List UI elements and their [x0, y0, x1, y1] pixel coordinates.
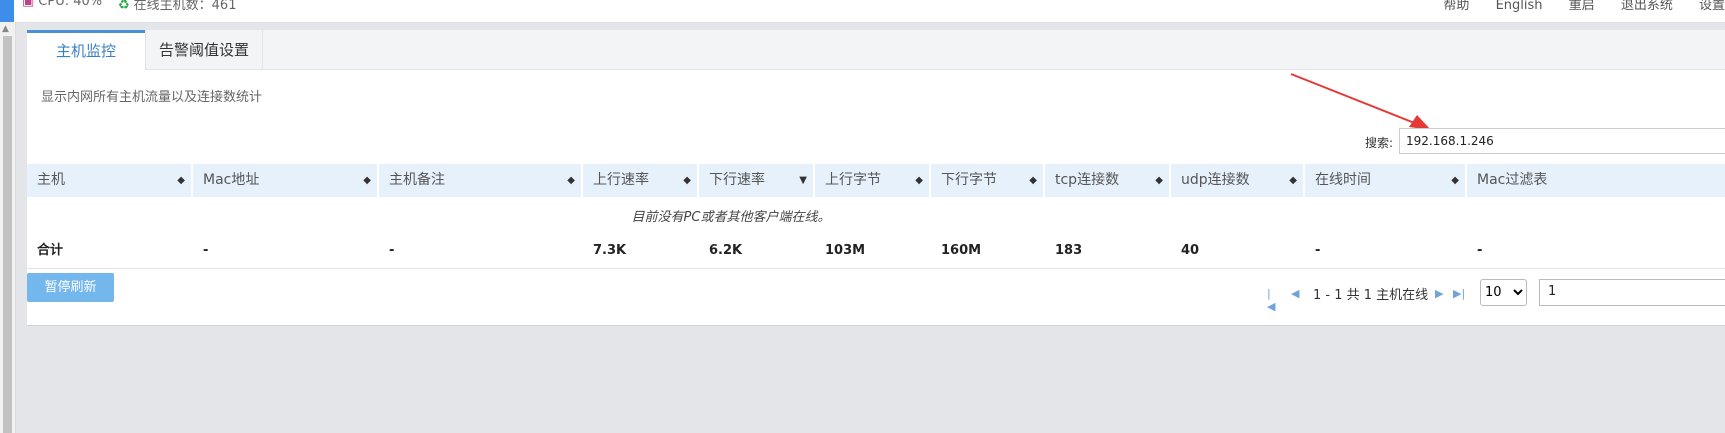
column-label: 下行速率	[709, 172, 765, 188]
prev-page-icon[interactable]: ◀	[1291, 287, 1299, 300]
column-mac[interactable]: Mac地址 ◆	[193, 164, 377, 197]
sort-both-icon: ◆	[1451, 175, 1459, 186]
column-mac-filter[interactable]: Mac过滤表	[1467, 164, 1725, 197]
page-size-select[interactable]: 10	[1480, 279, 1527, 306]
sort-both-icon: ◆	[567, 175, 575, 186]
menu-reboot[interactable]: 重启	[1569, 0, 1595, 13]
pagination-info: 1 - 1 共 1 主机在线	[1313, 288, 1429, 303]
page-description: 显示内网所有主机流量以及连接数统计	[41, 90, 263, 105]
total-download-rate: 6.2K	[709, 243, 743, 258]
top-right-menu: 帮助 English 重启 退出系统 设置	[1421, 0, 1725, 13]
pause-refresh-button[interactable]: 暂停刷新	[27, 273, 114, 302]
column-tcp-count[interactable]: tcp连接数 ◆	[1045, 164, 1169, 197]
tab-host-monitor[interactable]: 主机监控	[27, 30, 145, 70]
menu-english[interactable]: English	[1496, 0, 1543, 13]
search-input[interactable]	[1399, 128, 1725, 154]
total-note: -	[389, 243, 395, 258]
page-number-input[interactable]: 1	[1539, 279, 1725, 306]
sort-both-icon: ◆	[1155, 175, 1163, 186]
column-label: tcp连接数	[1055, 172, 1120, 188]
sort-both-icon: ◆	[683, 175, 691, 186]
menu-settings[interactable]: 设置	[1699, 0, 1725, 13]
vertical-scrollbar[interactable]: ▲	[0, 22, 16, 433]
top-bar: ▣ CPU: 40% ♻ 在线主机数：461 帮助 English 重启 退出系统 …	[0, 0, 1725, 23]
chip-icon: ▣	[22, 0, 35, 9]
column-label: 上行字节	[825, 172, 881, 188]
column-download-bytes[interactable]: 下行字节 ◆	[931, 164, 1043, 197]
table-total-row: 合计 - - 7.3K 6.2K 103M 160M 183 40 - -	[27, 234, 1725, 269]
column-note[interactable]: 主机备注 ◆	[379, 164, 581, 197]
column-download-rate[interactable]: 下行速率 ▼	[699, 164, 813, 197]
total-mac-filter: -	[1477, 243, 1483, 258]
sort-both-icon: ◆	[177, 175, 185, 186]
empty-table-message: 目前没有PC或者其他客户端在线。	[27, 206, 1725, 225]
sort-both-icon: ◆	[363, 175, 371, 186]
column-label: 主机备注	[389, 172, 445, 188]
total-udp: 40	[1181, 243, 1200, 258]
column-label: 在线时间	[1315, 172, 1371, 188]
total-tcp: 183	[1055, 243, 1083, 258]
cpu-text: CPU: 40%	[38, 0, 103, 9]
menu-logout[interactable]: 退出系统	[1621, 0, 1673, 13]
column-label: 上行速率	[593, 172, 649, 188]
total-label: 合计	[37, 243, 64, 258]
sort-both-icon: ◆	[915, 175, 923, 186]
empty-message-text: 目前没有PC或者其他客户端在线。	[631, 210, 831, 225]
last-page-icon[interactable]: ▶|	[1453, 287, 1465, 300]
search-label: 搜索:	[1365, 136, 1394, 150]
column-online-time[interactable]: 在线时间 ◆	[1305, 164, 1465, 197]
top-bar-edge	[0, 0, 14, 22]
sort-both-icon: ◆	[1029, 175, 1037, 186]
column-label: 主机	[37, 172, 65, 188]
total-upload-rate: 7.3K	[593, 243, 627, 258]
online-status: ♻ 在线主机数：461	[118, 0, 236, 13]
table-header: 主机 ◆ Mac地址 ◆ 主机备注 ◆ 上行速率 ◆ 下行速率 ▼ 上行字节 ◆ 下行字节 ◆…	[27, 164, 1725, 197]
tab-alert-threshold[interactable]: 告警阈值设置	[145, 30, 263, 69]
column-label: udp连接数	[1181, 172, 1250, 188]
online-hosts-icon: ♻	[118, 0, 130, 13]
column-label: Mac地址	[203, 172, 260, 188]
main-panel: 主机监控 告警阈值设置 显示内网所有主机流量以及连接数统计 搜索: 主机 ◆ Ma…	[27, 30, 1725, 326]
sort-both-icon: ◆	[1289, 175, 1297, 186]
next-page-icon[interactable]: ▶	[1435, 287, 1443, 300]
total-mac: -	[203, 243, 209, 258]
cpu-status: ▣ CPU: 40%	[22, 0, 102, 9]
scroll-up-icon[interactable]: ▲	[2, 24, 9, 34]
sort-desc-icon: ▼	[799, 175, 807, 186]
column-host[interactable]: 主机 ◆	[27, 164, 191, 197]
tab-bar: 主机监控 告警阈值设置	[27, 30, 1725, 70]
column-label: 下行字节	[941, 172, 997, 188]
column-upload-rate[interactable]: 上行速率 ◆	[583, 164, 697, 197]
menu-help[interactable]: 帮助	[1443, 0, 1469, 13]
total-online-time: -	[1315, 243, 1321, 258]
online-text: 在线主机数：461	[133, 0, 237, 13]
column-udp-count[interactable]: udp连接数 ◆	[1171, 164, 1303, 197]
total-upload-bytes: 103M	[825, 243, 866, 258]
first-page-icon[interactable]: |◀	[1267, 287, 1275, 313]
scrollbar-thumb[interactable]	[3, 36, 12, 433]
column-upload-bytes[interactable]: 上行字节 ◆	[815, 164, 929, 197]
column-label: Mac过滤表	[1477, 172, 1548, 188]
total-download-bytes: 160M	[941, 243, 982, 258]
